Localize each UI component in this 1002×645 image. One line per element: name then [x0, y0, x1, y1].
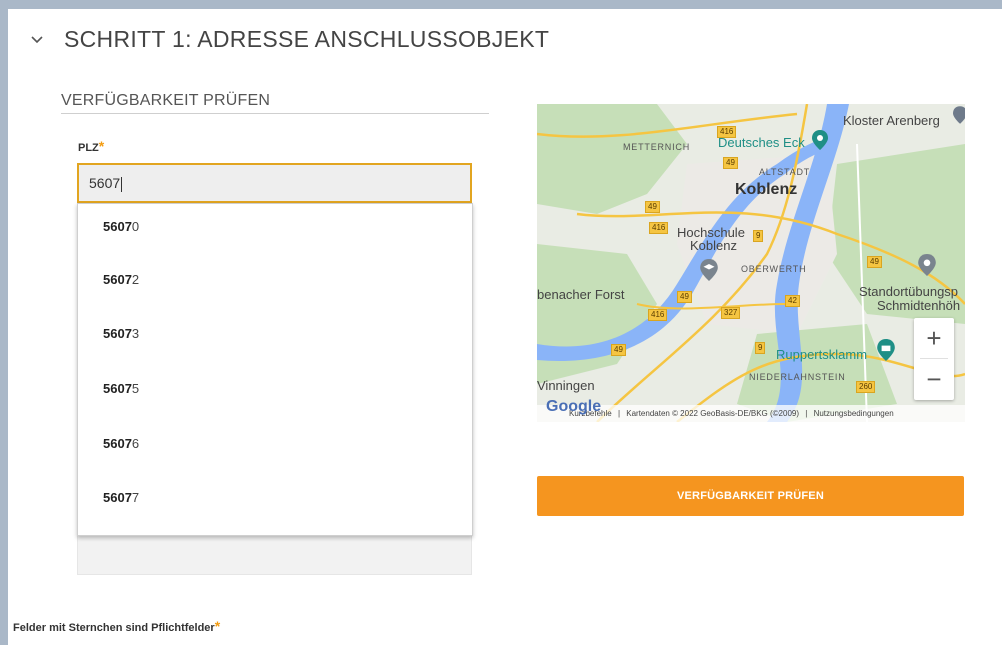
road-number: 49 — [723, 157, 738, 169]
map-label: Koblenz — [690, 238, 737, 253]
required-fields-note: Felder mit Sternchen sind Pflichtfelder* — [13, 618, 220, 634]
required-star: * — [214, 618, 221, 634]
suggestion-item[interactable]: 56075 — [103, 381, 139, 396]
road-number: 416 — [648, 309, 668, 321]
map-label: Vinningen — [537, 378, 595, 393]
poi-pin-icon[interactable] — [812, 130, 828, 150]
map-label: Kloster Arenberg — [843, 113, 940, 128]
road-number: 9 — [753, 230, 764, 242]
road-number: 9 — [755, 342, 766, 354]
page-frame-top — [0, 0, 1002, 9]
map-label: ALTSTADT — [759, 167, 811, 177]
text-caret — [121, 176, 123, 192]
road-number: 416 — [717, 126, 737, 138]
section-title: SCHRITT 1: ADRESSE ANSCHLUSSOBJEKT — [64, 26, 550, 52]
map-label: benacher Forst — [537, 287, 625, 302]
map-view[interactable]: Kloster Arenberg Deutsches Eck METTERNIC… — [537, 104, 965, 422]
plz-input[interactable]: 5607 — [77, 163, 472, 203]
chevron-down-icon[interactable] — [30, 33, 44, 47]
suggestion-item[interactable]: 56073 — [103, 326, 139, 341]
plz-label-text: PLZ — [78, 142, 99, 154]
terms-link[interactable]: Nutzungsbedingungen — [814, 409, 894, 418]
road-number: 49 — [867, 256, 882, 268]
page-frame-left — [0, 0, 8, 645]
map-label: Ruppertsklamm — [776, 347, 868, 362]
required-star: * — [98, 138, 105, 154]
map-zoom-control: + − — [914, 318, 954, 400]
section-header[interactable]: SCHRITT 1: ADRESSE ANSCHLUSSOBJEKT — [30, 26, 549, 53]
map-label: OBERWERTH — [741, 264, 807, 274]
suggestion-item[interactable]: 56072 — [103, 272, 139, 287]
suggestion-item[interactable]: 56070 — [103, 219, 139, 234]
suggestion-item[interactable]: 56077 — [103, 490, 139, 505]
camera-pin-icon[interactable] — [877, 339, 895, 361]
map-label: NIEDERLAHNSTEIN — [749, 372, 846, 382]
required-fields-text: Felder mit Sternchen sind Pflichtfelder — [13, 622, 215, 634]
plz-input-value: 5607 — [89, 175, 121, 191]
zoom-out-button[interactable]: − — [914, 359, 954, 399]
road-number: 260 — [856, 381, 876, 393]
attribution-separator: | — [617, 409, 621, 418]
school-pin-icon[interactable] — [700, 259, 718, 281]
map-data-credit: Kartendaten © 2022 GeoBasis-DE/BKG (©200… — [626, 409, 800, 418]
plz-suggestions-list: 56070 56072 56073 56075 56076 56077 — [77, 203, 473, 536]
suggestion-item[interactable]: 56076 — [103, 436, 139, 451]
map-label: Schmidtenhöh — [877, 298, 961, 313]
map-pin-icon[interactable] — [918, 254, 936, 276]
road-number: 327 — [721, 307, 741, 319]
hidden-field[interactable] — [77, 535, 472, 575]
plz-label: PLZ* — [78, 138, 104, 154]
subtitle-divider — [61, 113, 489, 114]
road-number: 49 — [611, 344, 626, 356]
road-number: 416 — [649, 222, 669, 234]
road-number: 49 — [677, 291, 692, 303]
map-label: Koblenz — [735, 181, 798, 198]
google-logo: Google — [546, 398, 602, 415]
check-availability-button[interactable]: VERFÜGBARKEIT PRÜFEN — [537, 476, 964, 516]
map-label: METTERNICH — [623, 142, 690, 152]
road-number: 42 — [785, 295, 800, 307]
road-number: 49 — [645, 201, 660, 213]
form-subtitle: VERFÜGBARKEIT PRÜFEN — [61, 92, 271, 109]
attribution-separator: | — [805, 409, 808, 418]
map-attribution: Kurzbefehle | Kartendaten © 2022 GeoBasi… — [537, 405, 965, 422]
poi-pin-icon[interactable] — [953, 106, 965, 124]
map-label: Standortübungsp — [859, 284, 959, 299]
zoom-in-button[interactable]: + — [914, 318, 954, 358]
